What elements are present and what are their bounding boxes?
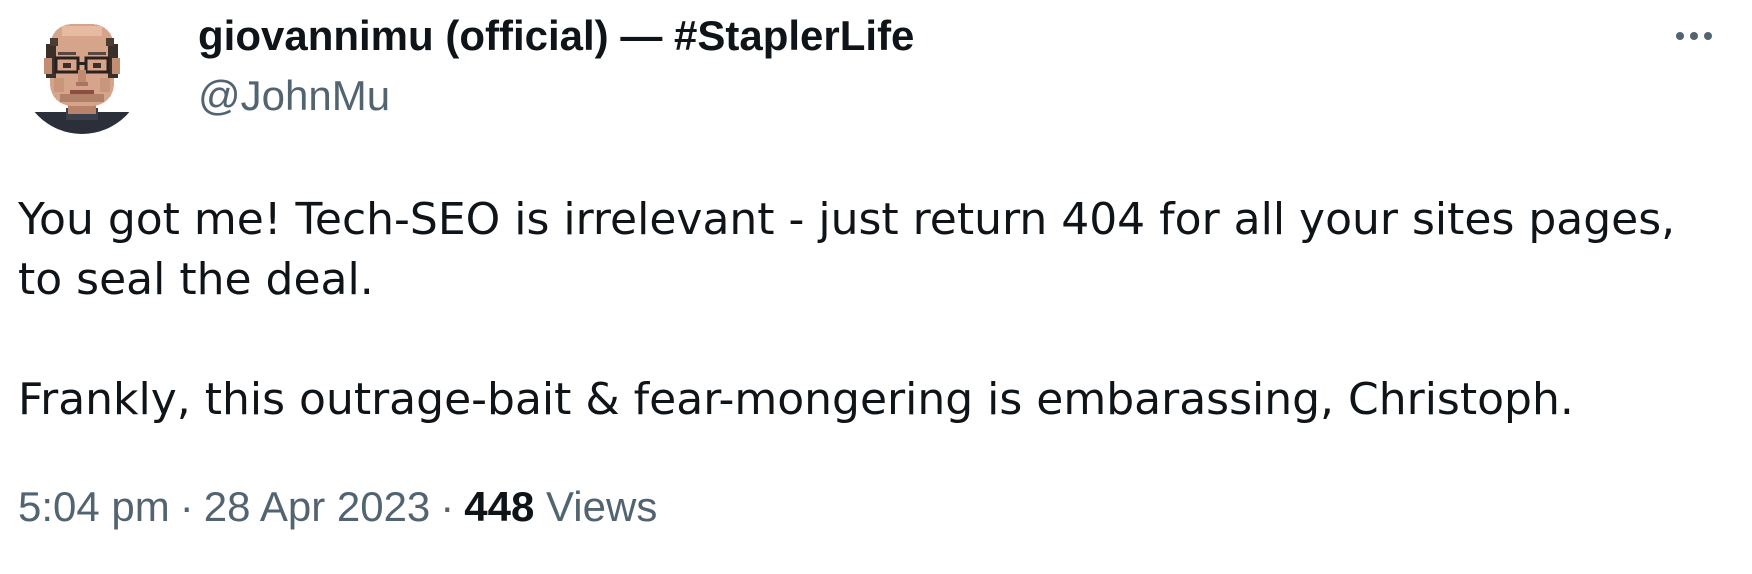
views-label[interactable]: Views	[546, 483, 657, 530]
tweet-text: You got me! Tech-SEO is irrelevant - jus…	[18, 190, 1718, 430]
meta-separator: ·	[440, 483, 455, 530]
tweet-paragraph: Frankly, this outrage-bait & fear-monger…	[18, 374, 1574, 425]
more-options-button[interactable]	[1664, 14, 1724, 58]
tweet-time[interactable]: 5:04 pm	[18, 483, 170, 530]
pixel-portrait-avatar-icon	[20, 10, 144, 134]
tweet-paragraph: You got me! Tech-SEO is irrelevant - jus…	[18, 194, 1676, 305]
tweet-date[interactable]: 28 Apr 2023	[204, 483, 431, 530]
author-handle[interactable]: @JohnMu	[198, 70, 390, 122]
meta-separator: ·	[179, 483, 194, 530]
views-count[interactable]: 448	[464, 483, 534, 530]
avatar[interactable]	[18, 8, 146, 136]
tweet-meta: 5:04 pm · 28 Apr 2023 · 448 Views	[18, 480, 657, 534]
more-horizontal-icon	[1673, 32, 1715, 40]
author-display-name[interactable]: giovannimu (official) — #StaplerLife	[198, 10, 914, 62]
